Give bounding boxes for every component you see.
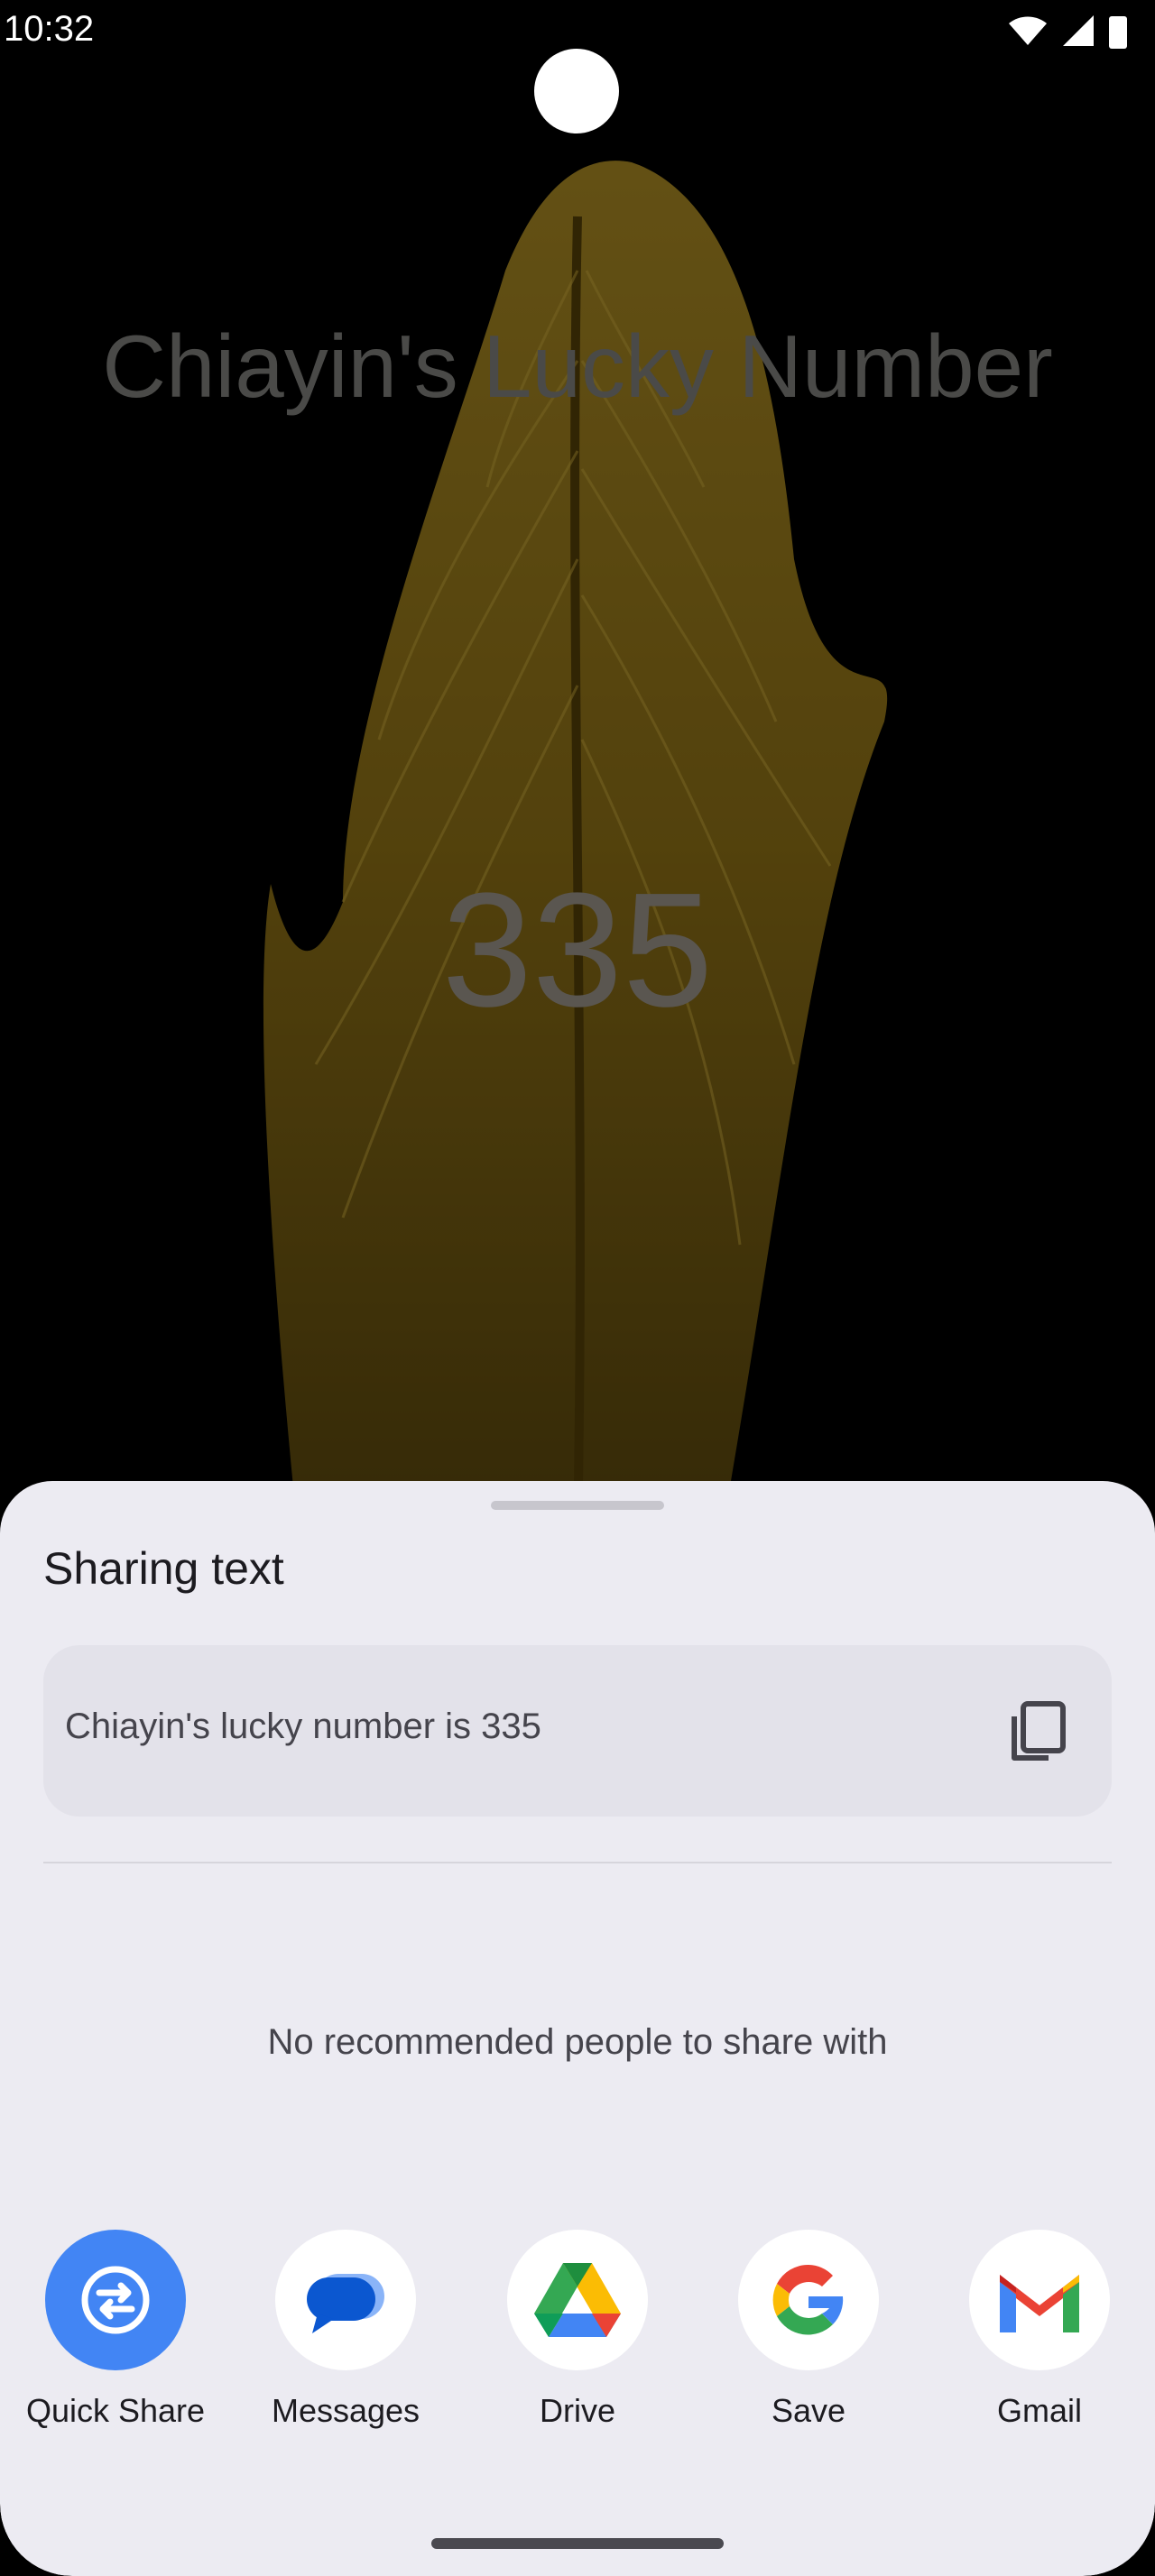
home-indicator[interactable] — [431, 2538, 724, 2549]
share-target-label: Gmail — [996, 2392, 1082, 2429]
app-title: Chiayin's Lucky Number — [102, 317, 1053, 416]
divider — [43, 1862, 1112, 1863]
share-target-messages[interactable]: Messages — [255, 2230, 436, 2446]
lucky-number: 335 — [441, 860, 714, 1041]
share-target-save[interactable]: Save — [718, 2230, 899, 2446]
background-dim — [0, 0, 1155, 1533]
share-target-quick-share[interactable]: Quick Share — [25, 2230, 206, 2446]
quick-share-icon — [45, 2230, 186, 2370]
share-target-label: Messages — [271, 2392, 420, 2429]
copy-icon — [1012, 1701, 1066, 1761]
copy-button[interactable] — [1002, 1696, 1074, 1768]
share-target-label: Drive — [539, 2392, 615, 2429]
camera-cutout — [534, 49, 619, 133]
share-target-drive[interactable]: Drive — [487, 2230, 668, 2446]
share-target-label: Quick Share — [25, 2392, 206, 2429]
sheet-title: Sharing text — [43, 1543, 284, 1594]
share-sheet: Sharing text Chiayin's lucky number is 3… — [0, 1481, 1155, 2576]
gmail-icon — [969, 2230, 1110, 2370]
signal-icon — [1063, 15, 1094, 46]
battery-icon — [1109, 16, 1127, 49]
status-icons — [1007, 11, 1128, 51]
app-screen: 10:32 Chiayin's Lucky Number 335 Sharing… — [0, 0, 1155, 2576]
share-targets: Quick Share Messages Drive Save Gmail — [0, 2230, 1155, 2446]
share-target-label: Save — [771, 2392, 846, 2429]
drive-icon — [507, 2230, 648, 2370]
text-preview-card: Chiayin's lucky number is 335 — [43, 1645, 1112, 1817]
share-target-gmail[interactable]: Gmail — [949, 2230, 1130, 2446]
preview-text: Chiayin's lucky number is 335 — [65, 1707, 541, 1746]
status-time: 10:32 — [4, 9, 95, 49]
google-icon — [738, 2230, 879, 2370]
messages-icon — [275, 2230, 416, 2370]
no-people-message: No recommended people to share with — [267, 2022, 888, 2062]
wifi-icon — [1009, 16, 1047, 45]
drag-handle[interactable] — [491, 1501, 664, 1510]
